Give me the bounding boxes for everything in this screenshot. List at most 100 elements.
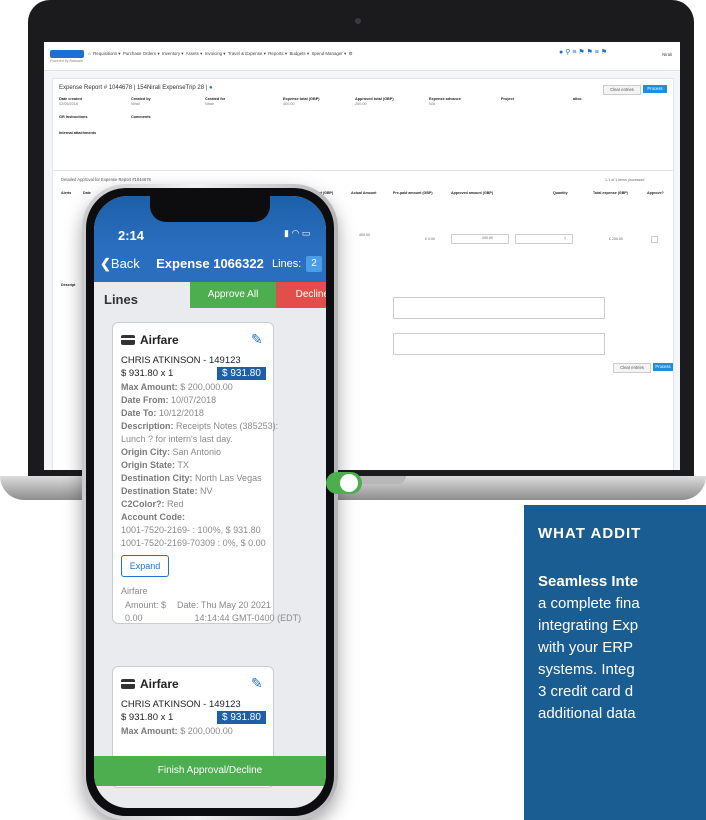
menu-item[interactable]: Purchase Orders [123, 51, 156, 56]
column-header: Approve? [647, 191, 664, 195]
expense-line-card: Airfare ✎ CHRIS ATKINSON - 149123 $ 931.… [112, 322, 301, 624]
menu-item[interactable]: Requisitions [93, 51, 117, 56]
logo-subtitle: Powered by Basware [50, 59, 84, 63]
quantity-line: $ 931.80 x 1 [121, 368, 174, 379]
color-field: C2Color?: Red [121, 499, 184, 509]
field-value: 400.00 [283, 102, 295, 106]
destination-city: Destination City: North Las Vegas [121, 473, 262, 483]
user-name[interactable]: Nirali [662, 52, 672, 57]
report-header-card: Expense Report # 1044678 | 154Nirali Exp… [52, 78, 674, 180]
approved-amount-input[interactable]: 200.00 [451, 234, 509, 244]
expand-button[interactable]: Expand [121, 555, 169, 577]
menu-item[interactable]: Inventory [162, 51, 180, 56]
edit-icon[interactable]: ✎ [251, 675, 263, 692]
approve-checkbox[interactable] [651, 236, 658, 243]
promo-panel: WHAT ADDIT Seamless Inte a complete fina… [524, 505, 706, 820]
menu-item[interactable]: Assets [186, 51, 199, 56]
info-icon[interactable]: ● [209, 85, 213, 91]
line-category: Airfare [121, 677, 179, 691]
column-header: Actual Amount [351, 191, 377, 195]
app-logo[interactable] [50, 50, 84, 58]
promo-text-line: 3 credit card d [538, 683, 634, 700]
top-navigation: Powered by Basware ⌂ Requisitions ▾ Purc… [44, 42, 680, 71]
column-header: Date [83, 191, 91, 195]
field-value: Nirali [205, 102, 214, 106]
promo-text-line: additional data [538, 705, 636, 722]
lines-subtitle: Detailed Approval for Expense Report #10… [61, 177, 151, 182]
employee-name: CHRIS ATKINSON - 149123 [121, 699, 241, 710]
status-icons: ▮ ◠ ▭ [284, 228, 310, 239]
section-gr-instructions[interactable]: GR Instructions [59, 115, 87, 119]
process-button[interactable]: Process [643, 85, 667, 93]
clear-entries-button[interactable]: Clear entries [603, 85, 641, 95]
menu-item[interactable]: Budgets [289, 51, 305, 56]
prepaid-amount: £ 0.00 [425, 237, 435, 241]
field-label: Date created [59, 97, 82, 101]
sub-line-amount: Amount: $0.00 [125, 600, 167, 623]
search-icon[interactable]: ⚲ [565, 49, 570, 56]
list-icon[interactable]: ≡ [572, 49, 576, 56]
chevron-left-icon: ❮ [100, 256, 111, 271]
origin-state: Origin State: TX [121, 460, 189, 470]
description-label: Descript [61, 283, 76, 287]
phone-notch [150, 196, 270, 222]
menu-item[interactable]: Invoicing [205, 51, 222, 56]
date-from: Date From: 10/07/2018 [121, 395, 217, 405]
menu-item[interactable]: Reports [268, 51, 283, 56]
edit-icon[interactable]: ✎ [251, 331, 263, 348]
max-amount: Max Amount: $ 200,000.00 [121, 382, 233, 392]
description-textarea[interactable] [393, 297, 605, 319]
field-label: Created for [205, 97, 226, 101]
battery-icon: ▭ [301, 228, 311, 238]
amount-badge: $ 931.80 [217, 367, 266, 380]
account-code-line: 1001-7520-2169- : 100%, $ 931.80 [121, 525, 261, 535]
status-time: 2:14 [118, 228, 145, 243]
menu-item[interactable]: Spend Manager [311, 51, 342, 56]
menu-icon[interactable]: ≡ [595, 49, 599, 56]
field-value: N/A [429, 102, 436, 106]
flag-icon[interactable]: ⚑ [601, 49, 607, 56]
approve-all-button[interactable]: Approve All [190, 282, 276, 308]
field-value: Nirali [131, 102, 140, 106]
back-button[interactable]: ❮Back [100, 256, 140, 272]
field-value: 200.00 [355, 102, 367, 106]
field-label: Approved total (GBP) [355, 97, 394, 101]
toggle-knob [340, 474, 358, 492]
field-value: 02/05/2018 [59, 102, 79, 106]
home-icon[interactable]: ⌂ [88, 51, 91, 56]
promo-subheading: Seamless Inte [538, 573, 639, 590]
quantity-input[interactable]: 1 [515, 234, 573, 244]
employee-name: CHRIS ATKINSON - 149123 [121, 355, 241, 366]
cart-icon[interactable]: ⚑ [578, 49, 584, 56]
menu-item[interactable]: Travel & Expense [228, 51, 263, 56]
credit-card-icon [121, 335, 135, 345]
total-expense: £ 200.00 [609, 237, 623, 241]
section-internal-attachments[interactable]: Internal attachments [59, 131, 96, 135]
lines-heading: Lines [104, 292, 138, 307]
comments-textarea[interactable] [393, 333, 605, 355]
max-amount: Max Amount: $ 200,000.00 [121, 726, 233, 736]
phone-screen: 2:14 ▮ ◠ ▭ Expense 1066322 ❮Back Lines: … [94, 196, 326, 808]
section-comments[interactable]: Comments [131, 115, 151, 119]
account-code-line: 1001-7520-2169-70309 : 0%, $ 0.00 [121, 538, 266, 548]
user-avatar-icon[interactable]: ● [559, 49, 563, 56]
promo-text-line: integrating Exp [538, 617, 639, 634]
field-label: alloc [573, 97, 582, 101]
quantity-line: $ 931.80 x 1 [121, 712, 174, 723]
finish-approval-button[interactable]: Finish Approval/Decline [94, 756, 326, 786]
promo-heading: WHAT ADDIT [538, 525, 642, 542]
date-to: Date To: 10/12/2018 [121, 408, 204, 418]
promo-text-line: a complete fina [538, 595, 640, 612]
process-button-bottom[interactable]: Process [653, 363, 673, 371]
promo-text-line: with your ERP [538, 639, 634, 656]
decline-all-button[interactable]: Decline All [276, 282, 326, 308]
actual-amount: 400.00 [359, 233, 370, 237]
settings-icon[interactable]: ⚙ [349, 51, 353, 56]
credit-card-icon [121, 679, 135, 689]
main-menu: ⌂ Requisitions ▾ Purchase Orders ▾ Inven… [88, 51, 353, 56]
sub-line-category: Airfare [121, 586, 148, 596]
column-header: Pre-paid amount (GBP) [393, 191, 433, 195]
notifications-icon[interactable]: ⚑ [587, 49, 593, 56]
clear-entries-button-bottom[interactable]: Clear entries [613, 363, 651, 373]
column-header: Total expense (GBP) [593, 191, 628, 195]
